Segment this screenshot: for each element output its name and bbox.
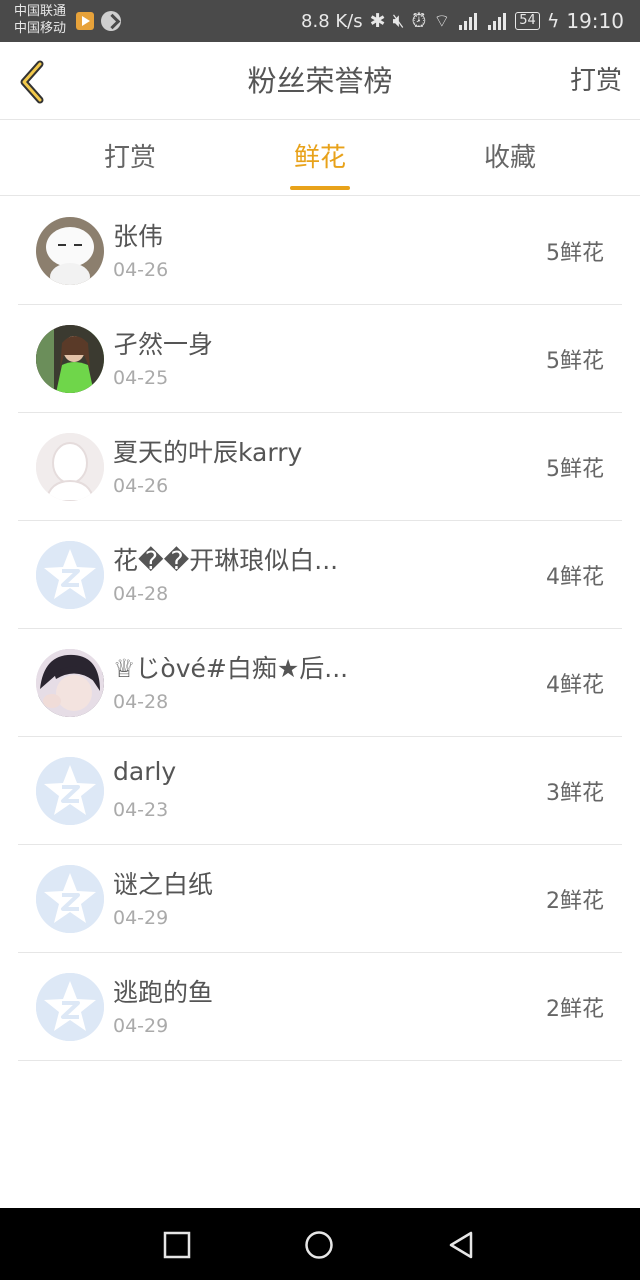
gift-date: 04-29 xyxy=(113,1015,169,1037)
fan-name: 谜之白纸 xyxy=(113,870,214,899)
fan-list: 张伟 04-26 5鲜花 孑然一身 04-25 5鲜花 夏天的叶辰karry 0… xyxy=(18,197,622,1061)
gift-date: 04-28 xyxy=(113,691,169,713)
signal-4g-icon xyxy=(486,12,508,30)
location-app-icon xyxy=(101,11,121,31)
avatar xyxy=(36,541,104,609)
fan-name: 夏天的叶辰karry xyxy=(113,438,303,467)
clock: 19:10 xyxy=(566,9,624,33)
tab-favorites[interactable]: 收藏 xyxy=(450,121,570,196)
avatar xyxy=(36,865,104,933)
wifi-icon: ⌔ xyxy=(433,10,451,32)
tab-bar: 打赏 鲜花 收藏 xyxy=(0,121,640,196)
fan-name: 花��开琳琅似白... xyxy=(113,546,339,575)
flower-count: 4鲜花 xyxy=(546,565,604,590)
battery-indicator: 54 xyxy=(515,12,540,30)
avatar xyxy=(36,217,104,285)
alarm-icon: ⏰︎ xyxy=(411,10,427,32)
tab-label: 打赏 xyxy=(103,143,156,173)
status-icons: 8.8 K/s ✱ 🔇︎ ⏰︎ ⌔ 54 ϟ 19:10 xyxy=(301,0,624,42)
carrier-info: 中国联通 中国移动 xyxy=(14,3,66,37)
back-nav-icon[interactable] xyxy=(446,1230,476,1260)
flower-count: 4鲜花 xyxy=(546,673,604,698)
flower-count: 2鲜花 xyxy=(546,997,604,1022)
list-item[interactable]: 逃跑的鱼 04-29 2鲜花 xyxy=(18,953,622,1061)
video-app-icon xyxy=(76,12,94,30)
system-navigation-bar xyxy=(0,1208,640,1280)
flower-count: 5鲜花 xyxy=(546,349,604,374)
avatar xyxy=(36,973,104,1041)
flower-count: 2鲜花 xyxy=(546,889,604,914)
bluetooth-icon: ✱ xyxy=(369,10,386,32)
avatar xyxy=(36,433,104,501)
home-icon[interactable] xyxy=(304,1230,334,1260)
tab-label: 收藏 xyxy=(483,143,536,173)
list-item[interactable]: ♕じòvé#白痴★后... 04-28 4鲜花 xyxy=(18,629,622,737)
list-item[interactable]: darly 04-23 3鲜花 xyxy=(18,737,622,845)
recent-apps-icon[interactable] xyxy=(162,1230,192,1260)
tab-reward[interactable]: 打赏 xyxy=(70,121,190,196)
avatar xyxy=(36,757,104,825)
tab-flowers[interactable]: 鲜花 xyxy=(260,121,380,196)
flower-count: 5鲜花 xyxy=(546,457,604,482)
header-bar: 粉丝荣誉榜 打赏 xyxy=(0,42,640,120)
gift-date: 04-26 xyxy=(113,259,169,281)
fan-name: 孑然一身 xyxy=(113,330,214,359)
avatar xyxy=(36,649,104,717)
avatar xyxy=(36,325,104,393)
list-item[interactable]: 花��开琳琅似白... 04-28 4鲜花 xyxy=(18,521,622,629)
fan-name: 逃跑的鱼 xyxy=(113,978,214,1007)
gift-date: 04-29 xyxy=(113,907,169,929)
flower-count: 5鲜花 xyxy=(546,241,604,266)
flower-count: 3鲜花 xyxy=(546,781,604,806)
list-item[interactable]: 谜之白纸 04-29 2鲜花 xyxy=(18,845,622,953)
list-item[interactable]: 夏天的叶辰karry 04-26 5鲜花 xyxy=(18,413,622,521)
charging-icon: ϟ xyxy=(546,10,560,32)
list-item[interactable]: 孑然一身 04-25 5鲜花 xyxy=(18,305,622,413)
status-bar: 中国联通 中国移动 8.8 K/s ✱ 🔇︎ ⏰︎ ⌔ 54 ϟ 19:10 xyxy=(0,0,640,42)
fan-name: 张伟 xyxy=(113,222,164,251)
carrier-1: 中国联通 xyxy=(14,4,67,19)
tab-label: 鲜花 xyxy=(293,143,346,173)
carrier-2: 中国移动 xyxy=(14,21,67,36)
gift-date: 04-26 xyxy=(113,475,169,497)
list-item[interactable]: 张伟 04-26 5鲜花 xyxy=(18,197,622,305)
fan-name: darly xyxy=(113,757,177,786)
signal-3g-icon xyxy=(457,12,479,30)
gift-date: 04-28 xyxy=(113,583,169,605)
gift-date: 04-25 xyxy=(113,367,169,389)
active-tab-indicator xyxy=(290,186,350,190)
fan-name: ♕じòvé#白痴★后... xyxy=(113,654,349,683)
gift-date: 04-23 xyxy=(113,799,169,821)
mute-icon: 🔇︎ xyxy=(392,10,405,32)
page-title: 粉丝荣誉榜 xyxy=(247,64,393,98)
network-speed: 8.8 K/s xyxy=(301,10,363,32)
reward-button[interactable]: 打赏 xyxy=(570,42,622,120)
